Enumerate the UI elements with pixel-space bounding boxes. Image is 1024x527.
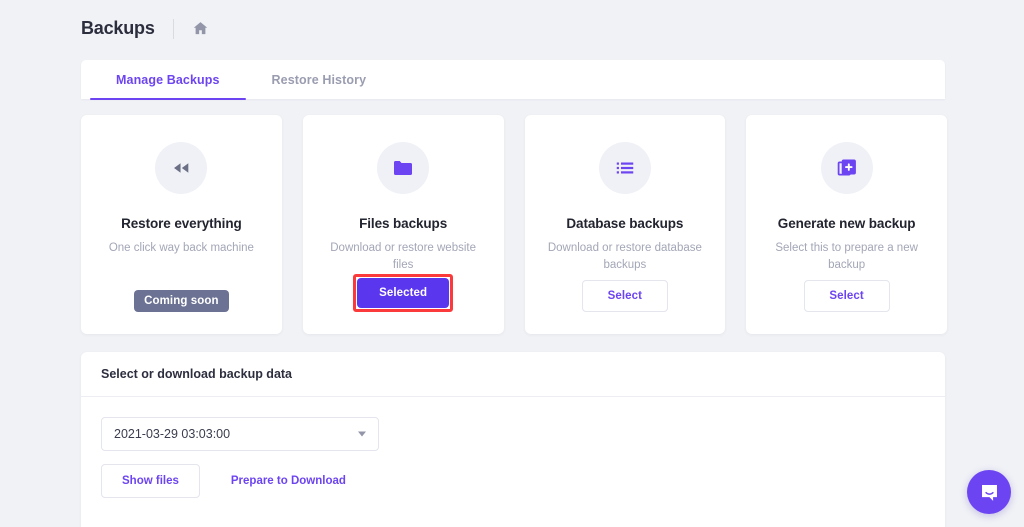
coming-soon-badge: Coming soon [134, 290, 229, 312]
card-generate-new-backup[interactable]: Generate new backup Select this to prepa… [746, 115, 947, 334]
page-title: Backups [81, 18, 155, 38]
card-title: Files backups [359, 215, 448, 231]
database-backups-select-button[interactable]: Select [581, 280, 668, 312]
selection-highlight: Selected [353, 274, 454, 312]
card-title: Generate new backup [777, 216, 916, 231]
card-database-backups[interactable]: Database backups Download or restore dat… [524, 115, 726, 334]
card-action: Select [581, 280, 668, 312]
chevron-down-icon [358, 431, 366, 437]
card-description: Download or restore database backups [547, 242, 702, 272]
backup-data-panel: Select or download backup data 2021-03-2… [81, 352, 945, 527]
card-files-backups[interactable]: Files backups Download or restore websit… [302, 115, 504, 334]
card-title: Restore everything [121, 216, 242, 231]
chat-bubble-icon [981, 484, 997, 501]
panel-actions: Show files Prepare to Download [101, 464, 925, 498]
card-description: Download or restore website files [330, 241, 476, 271]
show-files-button[interactable]: Show files [101, 464, 200, 498]
card-action: Select [803, 280, 890, 312]
backup-options-row: Restore everything One click way back ma… [81, 115, 947, 334]
add-document-icon [820, 142, 873, 194]
page-header: Backups [81, 18, 209, 39]
files-backups-selected-button[interactable]: Selected [357, 278, 450, 308]
header-divider [172, 18, 174, 39]
list-icon [598, 142, 651, 194]
backup-date-select[interactable]: 2021-03-29 03:03:00 [101, 417, 379, 451]
tabs-bar: Manage Backups Restore History [81, 60, 945, 100]
prepare-to-download-link[interactable]: Prepare to Download [231, 475, 346, 487]
tab-manage-backups[interactable]: Manage Backups [90, 60, 246, 100]
card-title: Database backups [566, 216, 684, 231]
rewind-icon [155, 142, 208, 194]
card-description: Select this to prepare a new backup [775, 242, 918, 272]
folder-icon [377, 142, 430, 194]
card-description: One click way back machine [108, 242, 254, 254]
generate-backup-select-button[interactable]: Select [803, 280, 890, 312]
home-icon[interactable] [192, 20, 209, 37]
card-action: Selected [353, 274, 454, 312]
card-action: Coming soon [134, 290, 229, 312]
tab-restore-history[interactable]: Restore History [246, 60, 393, 99]
panel-heading: Select or download backup data [81, 352, 945, 397]
chat-launcher-button[interactable] [967, 470, 1011, 514]
card-restore-everything[interactable]: Restore everything One click way back ma… [81, 115, 282, 334]
backup-date-value: 2021-03-29 03:03:00 [114, 427, 231, 441]
panel-body: 2021-03-29 03:03:00 Show files Prepare t… [81, 397, 945, 518]
